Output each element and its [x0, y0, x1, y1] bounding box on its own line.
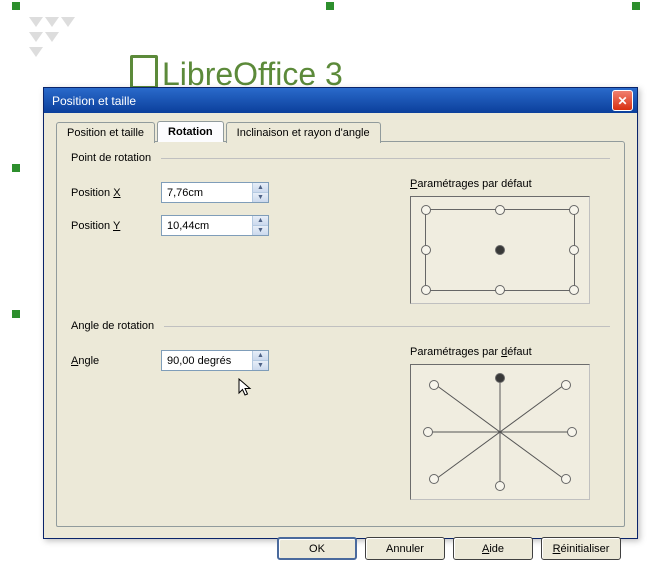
spin-down[interactable]: ▼: [253, 193, 268, 202]
decorative-triangles: [28, 16, 76, 61]
pivot-point-mr[interactable]: [569, 245, 579, 255]
pivot-diagram[interactable]: [410, 196, 590, 304]
angle-label: Angle: [71, 355, 161, 367]
angle-field[interactable]: [162, 351, 252, 370]
angle-90[interactable]: [495, 373, 505, 383]
selection-handle[interactable]: [326, 2, 334, 10]
angle-135[interactable]: [429, 380, 439, 390]
pivot-point-bc[interactable]: [495, 285, 505, 295]
ok-button[interactable]: OK: [277, 537, 357, 560]
tab-rotation[interactable]: Rotation: [157, 121, 224, 142]
tab-position-size[interactable]: Position et taille: [56, 122, 155, 143]
angle-0[interactable]: [567, 427, 577, 437]
titlebar-text: Position et taille: [52, 94, 612, 108]
group-label-pivot: Point de rotation: [71, 152, 610, 164]
position-x-label: Position X: [71, 187, 161, 199]
angle-input[interactable]: ▲ ▼: [161, 350, 269, 371]
pivot-point-ml[interactable]: [421, 245, 431, 255]
pivot-point-center[interactable]: [495, 245, 505, 255]
dialog-buttons: OK Annuler Aide Réinitialiser: [56, 527, 625, 562]
selection-handle[interactable]: [12, 164, 20, 172]
spin-down[interactable]: ▼: [253, 226, 268, 235]
reset-button[interactable]: Réinitialiser: [541, 537, 621, 560]
spin-down[interactable]: ▼: [253, 361, 268, 370]
close-icon: ✕: [617, 94, 627, 108]
spin-up[interactable]: ▲: [253, 183, 268, 193]
position-y-label: Position Y: [71, 220, 161, 232]
pivot-point-tr[interactable]: [569, 205, 579, 215]
position-y-input[interactable]: ▲ ▼: [161, 215, 269, 236]
pivot-point-br[interactable]: [569, 285, 579, 295]
position-size-dialog: Position et taille ✕ Position et taille …: [43, 87, 638, 539]
pivot-point-group: Point de rotation Position X ▲ ▼: [71, 152, 610, 304]
position-x-input[interactable]: ▲ ▼: [161, 182, 269, 203]
close-button[interactable]: ✕: [612, 90, 633, 111]
spin-up[interactable]: ▲: [253, 351, 268, 361]
pivot-point-bl[interactable]: [421, 285, 431, 295]
default-settings-label-1: Paramétrages par défaut: [410, 178, 610, 190]
position-y-field[interactable]: [162, 216, 252, 235]
help-button[interactable]: Aide: [453, 537, 533, 560]
pivot-point-tl[interactable]: [421, 205, 431, 215]
angle-225[interactable]: [429, 474, 439, 484]
selection-handle[interactable]: [12, 310, 20, 318]
angle-180[interactable]: [423, 427, 433, 437]
selection-handle[interactable]: [632, 2, 640, 10]
titlebar[interactable]: Position et taille ✕: [44, 88, 637, 113]
pivot-point-tc[interactable]: [495, 205, 505, 215]
tab-slant[interactable]: Inclinaison et rayon d'angle: [226, 122, 381, 143]
spin-up[interactable]: ▲: [253, 216, 268, 226]
tab-content: Point de rotation Position X ▲ ▼: [56, 141, 625, 527]
tabs: Position et taille Rotation Inclinaison …: [56, 121, 625, 142]
position-x-field[interactable]: [162, 183, 252, 202]
rotation-angle-group: Angle de rotation Angle ▲ ▼: [71, 320, 610, 500]
mouse-cursor-icon: [238, 378, 254, 403]
default-settings-label-2: Paramétrages par défaut: [410, 346, 610, 358]
cancel-button[interactable]: Annuler: [365, 537, 445, 560]
angle-diagram[interactable]: [410, 364, 590, 500]
group-label-angle: Angle de rotation: [71, 320, 610, 332]
selection-handle[interactable]: [12, 2, 20, 10]
